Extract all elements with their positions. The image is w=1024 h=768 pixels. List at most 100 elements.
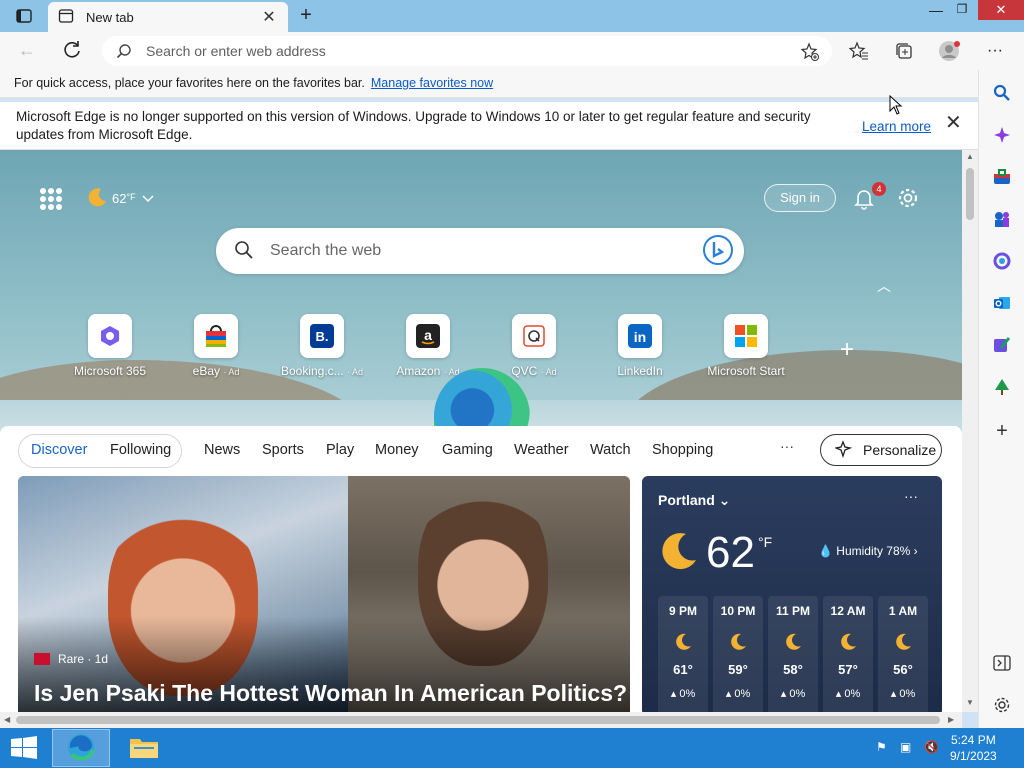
- quick-link-ebay[interactable]: eBay · Ad: [164, 314, 268, 378]
- network-icon[interactable]: ▣: [900, 740, 911, 754]
- sidebar-designer-icon[interactable]: [991, 334, 1013, 356]
- weather-mini-temp: 62: [112, 191, 127, 206]
- drop-icon: ▴: [835, 688, 842, 700]
- system-clock[interactable]: 5:24 PM 9/1/2023: [950, 732, 997, 764]
- web-search-box[interactable]: Search the web: [216, 228, 744, 274]
- sidebar-tree-icon[interactable]: [991, 376, 1013, 398]
- tab-close-icon[interactable]: ✕: [260, 7, 278, 27]
- sidebar-games-icon[interactable]: [991, 208, 1013, 230]
- humidity-indicator[interactable]: 💧 Humidity 78% ›: [818, 544, 918, 558]
- gear-icon[interactable]: [896, 186, 920, 210]
- tab-shopping[interactable]: Shopping: [652, 442, 713, 458]
- action-center-flag-icon[interactable]: ⚑: [876, 740, 887, 754]
- minimize-button[interactable]: —: [926, 2, 946, 20]
- quick-link-microsoft-start[interactable]: Microsoft Start: [694, 314, 798, 378]
- sidebar-search-icon[interactable]: [991, 82, 1013, 104]
- tab-gaming[interactable]: Gaming: [442, 442, 493, 458]
- bing-chat-icon[interactable]: [702, 234, 734, 266]
- vertical-scroll-thumb[interactable]: [966, 168, 974, 220]
- quick-link-booking[interactable]: B. Booking.c... · Ad: [270, 314, 374, 378]
- clock-time: 5:24 PM: [951, 733, 996, 747]
- address-bar[interactable]: Search or enter web address: [102, 36, 832, 66]
- settings-more-icon[interactable]: ···: [984, 40, 1006, 62]
- tab-discover[interactable]: Discover: [31, 442, 87, 458]
- infobar-close-icon[interactable]: ✕: [945, 113, 962, 133]
- ad-label: · Ad: [347, 367, 364, 377]
- close-window-button[interactable]: ✕: [978, 0, 1024, 20]
- volume-muted-icon[interactable]: 🔇: [924, 740, 939, 754]
- learn-more-link[interactable]: Learn more: [862, 118, 931, 136]
- sidebar-copilot-icon[interactable]: [991, 124, 1013, 146]
- back-icon[interactable]: ←: [18, 40, 40, 61]
- hourly-forecast-item[interactable]: 11 PM 58° ▴ 0%: [768, 596, 818, 712]
- sidebar-add-icon[interactable]: +: [991, 420, 1013, 442]
- hourly-forecast-item[interactable]: 1 AM 56° ▴ 0%: [878, 596, 928, 712]
- collections-icon[interactable]: [893, 40, 915, 62]
- windows-start-icon[interactable]: [10, 736, 38, 760]
- toolbar: ← Search or enter web address ···: [0, 32, 1024, 70]
- unsupported-os-infobar: Microsoft Edge is no longer supported on…: [0, 102, 978, 150]
- taskbar-edge-button[interactable]: [52, 729, 110, 767]
- article-title[interactable]: Is Jen Psaki The Hottest Woman In Americ…: [34, 680, 627, 707]
- sidebar-outlook-icon[interactable]: [991, 292, 1013, 314]
- new-tab-button[interactable]: +: [294, 4, 318, 28]
- qvc-icon: [512, 314, 556, 358]
- quick-link-amazon[interactable]: a Amazon · Ad: [376, 314, 480, 378]
- weather-mini-unit: °F: [126, 191, 136, 202]
- quick-link-label: LinkedIn: [617, 364, 663, 378]
- microsoft-logo-icon: [724, 314, 768, 358]
- manage-favorites-link[interactable]: Manage favorites now: [371, 76, 493, 90]
- vertical-scrollbar[interactable]: ▲ ▼: [962, 150, 978, 712]
- hourly-forecast-item[interactable]: 10 PM 59° ▴ 0%: [713, 596, 763, 712]
- app-launcher-icon[interactable]: [40, 188, 62, 210]
- taskbar-file-explorer-button[interactable]: [122, 730, 166, 766]
- title-bar: New tab ✕ + — ❐ ✕: [0, 0, 1024, 32]
- web-search-placeholder: Search the web: [270, 242, 382, 259]
- chevron-up-icon[interactable]: ︿: [877, 276, 891, 296]
- tab-weather[interactable]: Weather: [514, 442, 569, 458]
- horizontal-scrollbar[interactable]: ◀ ▶: [0, 712, 962, 728]
- tab-following[interactable]: Following: [110, 442, 171, 458]
- quick-link-qvc[interactable]: QVC · Ad: [482, 314, 586, 378]
- drop-icon: ▴: [890, 688, 897, 700]
- precip-value: ▴ 0%: [670, 688, 696, 700]
- search-icon: [116, 43, 132, 59]
- hourly-forecast-item[interactable]: 9 PM 61° ▴ 0%: [658, 596, 708, 712]
- tab-actions-icon[interactable]: [10, 6, 38, 26]
- add-favorite-icon[interactable]: [800, 42, 820, 65]
- scroll-down-icon[interactable]: ▼: [966, 698, 974, 707]
- scroll-up-icon[interactable]: ▲: [966, 152, 974, 161]
- weather-card[interactable]: Portland ⌄ ··· 62 °F 💧 Humidity 78% › 9 …: [642, 476, 942, 712]
- new-tab-page: 62 °F Sign in 4 Search the web ︿ Microso…: [0, 150, 962, 712]
- more-tabs-icon[interactable]: ···: [780, 438, 794, 454]
- personalize-button[interactable]: Personalize: [820, 434, 942, 466]
- hero-article-card[interactable]: Rare · 1d Is Jen Psaki The Hottest Woman…: [18, 476, 630, 712]
- tab-play[interactable]: Play: [326, 442, 354, 458]
- weather-mini-widget[interactable]: 62 °F: [86, 186, 154, 211]
- sidebar-settings-icon[interactable]: [991, 694, 1013, 716]
- horizontal-scroll-thumb[interactable]: [16, 716, 940, 724]
- ebay-icon: [194, 314, 238, 358]
- tab-money[interactable]: Money: [375, 442, 419, 458]
- profile-avatar-icon[interactable]: [938, 40, 960, 62]
- hourly-forecast-item[interactable]: 12 AM 57° ▴ 0%: [823, 596, 873, 712]
- favorites-icon[interactable]: [848, 40, 870, 62]
- article-source: Rare · 1d: [34, 652, 108, 666]
- sidebar-hide-icon[interactable]: [991, 652, 1013, 674]
- sign-in-button[interactable]: Sign in: [764, 184, 836, 212]
- maximize-button[interactable]: ❐: [952, 2, 972, 20]
- quick-link-linkedin[interactable]: in LinkedIn: [588, 314, 692, 378]
- tab-news[interactable]: News: [204, 442, 240, 458]
- scroll-right-icon[interactable]: ▶: [948, 715, 954, 724]
- tab-new-tab[interactable]: New tab ✕: [48, 2, 288, 32]
- add-quick-link-icon[interactable]: +: [840, 336, 854, 364]
- tab-watch[interactable]: Watch: [590, 442, 631, 458]
- tab-sports[interactable]: Sports: [262, 442, 304, 458]
- scroll-left-icon[interactable]: ◀: [4, 715, 10, 724]
- refresh-icon[interactable]: [60, 38, 84, 62]
- sidebar-shopping-icon[interactable]: [991, 166, 1013, 188]
- weather-city[interactable]: Portland ⌄: [658, 492, 730, 509]
- weather-more-icon[interactable]: ···: [904, 488, 918, 504]
- sidebar-microsoft365-icon[interactable]: [991, 250, 1013, 272]
- quick-link-microsoft365[interactable]: Microsoft 365: [58, 314, 162, 378]
